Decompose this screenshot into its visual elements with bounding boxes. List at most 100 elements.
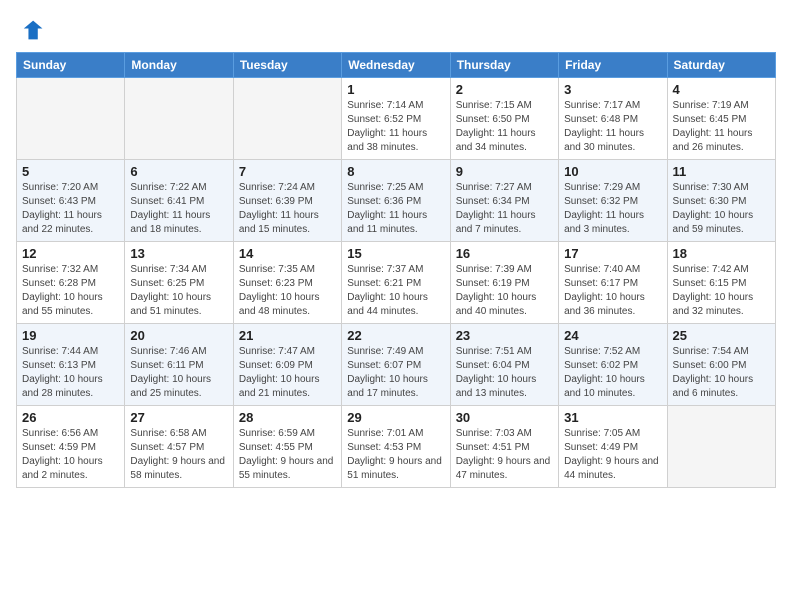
day-number: 5 [22,164,119,179]
weekday-header-sunday: Sunday [17,53,125,78]
day-info: Sunrise: 7:19 AM Sunset: 6:45 PM Dayligh… [673,99,770,155]
calendar-cell: 26 Sunrise: 6:56 AM Sunset: 4:59 PM Dayli… [17,406,125,488]
day-info: Sunrise: 7:35 AM Sunset: 6:23 PM Dayligh… [239,263,336,319]
calendar-cell: 15 Sunrise: 7:37 AM Sunset: 6:21 PM Dayli… [342,242,450,324]
weekday-header-saturday: Saturday [667,53,775,78]
calendar-cell: 28 Sunrise: 6:59 AM Sunset: 4:55 PM Dayli… [233,406,341,488]
calendar-cell: 9 Sunrise: 7:27 AM Sunset: 6:34 PM Daylig… [450,160,558,242]
day-info: Sunrise: 7:20 AM Sunset: 6:43 PM Dayligh… [22,181,119,237]
weekday-header-tuesday: Tuesday [233,53,341,78]
calendar-cell: 14 Sunrise: 7:35 AM Sunset: 6:23 PM Dayli… [233,242,341,324]
calendar-cell: 8Sunrise: 7:25 AM Sunset: 6:36 PM Daylig… [342,160,450,242]
calendar-cell [233,78,341,160]
weekday-header-friday: Friday [559,53,667,78]
day-number: 20 [130,328,227,343]
day-number: 29 [347,410,444,425]
calendar-cell: 21 Sunrise: 7:47 AM Sunset: 6:09 PM Dayli… [233,324,341,406]
day-number: 24 [564,328,661,343]
day-info: Sunrise: 7:03 AM Sunset: 4:51 PM Dayligh… [456,427,553,483]
calendar-cell: 24 Sunrise: 7:52 AM Sunset: 6:02 PM Dayli… [559,324,667,406]
day-number: 6 [130,164,227,179]
calendar-cell [17,78,125,160]
day-info: Sunrise: 7:22 AM Sunset: 6:41 PM Dayligh… [130,181,227,237]
day-number: 14 [239,246,336,261]
day-info: Sunrise: 7:15 AM Sunset: 6:50 PM Dayligh… [456,99,553,155]
day-number: 30 [456,410,553,425]
day-number: 19 [22,328,119,343]
day-number: 17 [564,246,661,261]
calendar-cell [667,406,775,488]
day-info: Sunrise: 7:51 AM Sunset: 6:04 PM Dayligh… [456,345,553,401]
day-info: Sunrise: 7:47 AM Sunset: 6:09 PM Dayligh… [239,345,336,401]
day-number: 1 [347,82,444,97]
day-info: Sunrise: 7:34 AM Sunset: 6:25 PM Dayligh… [130,263,227,319]
day-number: 2 [456,82,553,97]
calendar-table: SundayMondayTuesdayWednesdayThursdayFrid… [16,52,776,488]
day-number: 27 [130,410,227,425]
day-number: 21 [239,328,336,343]
calendar-cell: 22Sunrise: 7:49 AM Sunset: 6:07 PM Dayli… [342,324,450,406]
day-number: 9 [456,164,553,179]
weekday-header-monday: Monday [125,53,233,78]
day-number: 3 [564,82,661,97]
calendar-cell: 25Sunrise: 7:54 AM Sunset: 6:00 PM Dayli… [667,324,775,406]
day-number: 11 [673,164,770,179]
day-info: Sunrise: 7:30 AM Sunset: 6:30 PM Dayligh… [673,181,770,237]
day-info: Sunrise: 6:58 AM Sunset: 4:57 PM Dayligh… [130,427,227,483]
calendar-week-row: 5 Sunrise: 7:20 AM Sunset: 6:43 PM Daylig… [17,160,776,242]
day-info: Sunrise: 6:56 AM Sunset: 4:59 PM Dayligh… [22,427,119,483]
day-number: 12 [22,246,119,261]
calendar-cell: 5 Sunrise: 7:20 AM Sunset: 6:43 PM Daylig… [17,160,125,242]
day-number: 10 [564,164,661,179]
calendar-cell: 27 Sunrise: 6:58 AM Sunset: 4:57 PM Dayli… [125,406,233,488]
day-info: Sunrise: 7:24 AM Sunset: 6:39 PM Dayligh… [239,181,336,237]
calendar-cell: 3Sunrise: 7:17 AM Sunset: 6:48 PM Daylig… [559,78,667,160]
day-info: Sunrise: 7:49 AM Sunset: 6:07 PM Dayligh… [347,345,444,401]
day-number: 15 [347,246,444,261]
calendar-cell: 31 Sunrise: 7:05 AM Sunset: 4:49 PM Dayli… [559,406,667,488]
day-number: 16 [456,246,553,261]
day-number: 31 [564,410,661,425]
calendar-week-row: 19 Sunrise: 7:44 AM Sunset: 6:13 PM Dayli… [17,324,776,406]
day-info: Sunrise: 7:29 AM Sunset: 6:32 PM Dayligh… [564,181,661,237]
day-info: Sunrise: 7:27 AM Sunset: 6:34 PM Dayligh… [456,181,553,237]
day-info: Sunrise: 6:59 AM Sunset: 4:55 PM Dayligh… [239,427,336,483]
calendar-cell: 20 Sunrise: 7:46 AM Sunset: 6:11 PM Dayli… [125,324,233,406]
calendar-week-row: 1 Sunrise: 7:14 AM Sunset: 6:52 PM Daylig… [17,78,776,160]
calendar-cell: 19 Sunrise: 7:44 AM Sunset: 6:13 PM Dayli… [17,324,125,406]
calendar-cell: 13 Sunrise: 7:34 AM Sunset: 6:25 PM Dayli… [125,242,233,324]
calendar-cell: 10 Sunrise: 7:29 AM Sunset: 6:32 PM Dayli… [559,160,667,242]
day-info: Sunrise: 7:44 AM Sunset: 6:13 PM Dayligh… [22,345,119,401]
day-info: Sunrise: 7:05 AM Sunset: 4:49 PM Dayligh… [564,427,661,483]
day-number: 13 [130,246,227,261]
calendar-cell: 2 Sunrise: 7:15 AM Sunset: 6:50 PM Daylig… [450,78,558,160]
day-number: 28 [239,410,336,425]
weekday-header-thursday: Thursday [450,53,558,78]
calendar-cell: 4Sunrise: 7:19 AM Sunset: 6:45 PM Daylig… [667,78,775,160]
calendar-cell: 16 Sunrise: 7:39 AM Sunset: 6:19 PM Dayli… [450,242,558,324]
day-info: Sunrise: 7:14 AM Sunset: 6:52 PM Dayligh… [347,99,444,155]
day-info: Sunrise: 7:42 AM Sunset: 6:15 PM Dayligh… [673,263,770,319]
calendar-header-row: SundayMondayTuesdayWednesdayThursdayFrid… [17,53,776,78]
calendar-cell: 30 Sunrise: 7:03 AM Sunset: 4:51 PM Dayli… [450,406,558,488]
day-info: Sunrise: 7:39 AM Sunset: 6:19 PM Dayligh… [456,263,553,319]
calendar-cell: 12Sunrise: 7:32 AM Sunset: 6:28 PM Dayli… [17,242,125,324]
day-info: Sunrise: 7:25 AM Sunset: 6:36 PM Dayligh… [347,181,444,237]
calendar-cell: 6 Sunrise: 7:22 AM Sunset: 6:41 PM Daylig… [125,160,233,242]
calendar-week-row: 12Sunrise: 7:32 AM Sunset: 6:28 PM Dayli… [17,242,776,324]
calendar-week-row: 26 Sunrise: 6:56 AM Sunset: 4:59 PM Dayli… [17,406,776,488]
calendar-cell: 17Sunrise: 7:40 AM Sunset: 6:17 PM Dayli… [559,242,667,324]
day-number: 26 [22,410,119,425]
calendar-cell: 18 Sunrise: 7:42 AM Sunset: 6:15 PM Dayli… [667,242,775,324]
day-number: 23 [456,328,553,343]
calendar-cell: 7Sunrise: 7:24 AM Sunset: 6:39 PM Daylig… [233,160,341,242]
logo-icon [16,16,44,44]
day-info: Sunrise: 7:52 AM Sunset: 6:02 PM Dayligh… [564,345,661,401]
calendar-cell: 1 Sunrise: 7:14 AM Sunset: 6:52 PM Daylig… [342,78,450,160]
day-number: 18 [673,246,770,261]
day-number: 25 [673,328,770,343]
day-info: Sunrise: 7:46 AM Sunset: 6:11 PM Dayligh… [130,345,227,401]
logo [16,16,46,44]
calendar-cell: 23 Sunrise: 7:51 AM Sunset: 6:04 PM Dayli… [450,324,558,406]
day-info: Sunrise: 7:37 AM Sunset: 6:21 PM Dayligh… [347,263,444,319]
